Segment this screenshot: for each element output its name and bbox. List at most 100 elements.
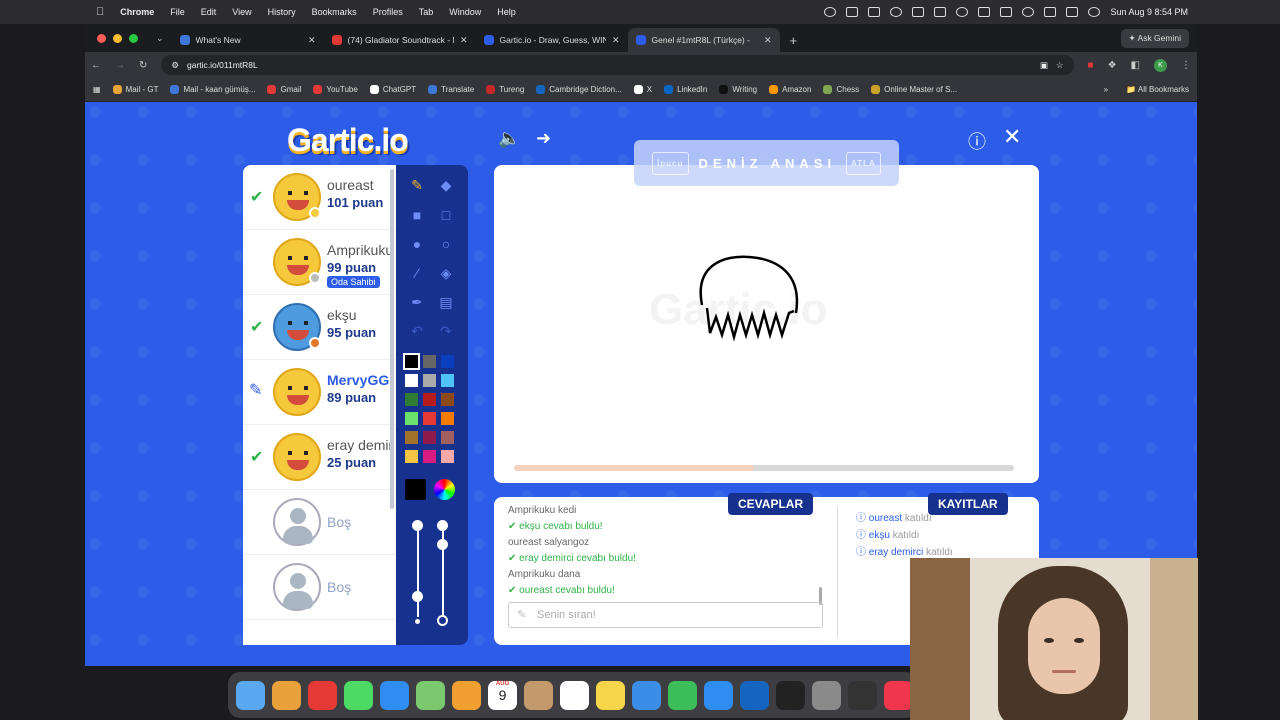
share-icon[interactable]: ➜: [536, 128, 551, 149]
extensions-puzzle-icon[interactable]: ❖: [1108, 60, 1117, 71]
terminal-icon[interactable]: [776, 680, 805, 710]
menu-item-profiles[interactable]: Profiles: [373, 7, 403, 17]
hint-button[interactable]: İpucu: [652, 151, 689, 175]
player-row[interactable]: ✔ ekşu 95 puan: [243, 295, 396, 360]
browser-tab-3[interactable]: Gartic.io - Draw, Guess, WIN ✕: [476, 28, 628, 52]
bookmark-item[interactable]: Tureng: [486, 85, 524, 94]
menu-kebab-icon[interactable]: ⋮: [1181, 60, 1191, 71]
color-swatch[interactable]: [441, 412, 454, 425]
airplay-icon[interactable]: [978, 7, 991, 17]
tab-close-icon[interactable]: ✕: [612, 35, 620, 46]
music-icon[interactable]: [884, 680, 913, 710]
color-wheel-icon[interactable]: [434, 479, 455, 500]
extension-icon[interactable]: ■: [1088, 60, 1094, 71]
color-swatch[interactable]: [441, 431, 454, 444]
players-scrollbar[interactable]: [390, 169, 394, 509]
color-swatch[interactable]: [423, 374, 436, 387]
control-icon[interactable]: [956, 7, 969, 17]
reload-icon[interactable]: ↻: [139, 60, 147, 71]
answer-input[interactable]: ✎ Senin sıran!: [508, 602, 823, 628]
record-icon[interactable]: [824, 7, 837, 17]
sidepanel-icon[interactable]: ◧: [1131, 60, 1140, 71]
redo-icon[interactable]: ↷: [436, 321, 456, 341]
safari-icon[interactable]: [380, 680, 409, 710]
ask-gemini-button[interactable]: ✦ Ask Gemini: [1120, 29, 1189, 48]
fill-bucket-icon[interactable]: ◈: [436, 263, 456, 283]
forward-icon[interactable]: →: [115, 60, 125, 71]
clock[interactable]: Sun Aug 9 8:54 PM: [1110, 7, 1188, 17]
selected-color-swatch[interactable]: [405, 479, 426, 500]
reminders-icon[interactable]: [560, 680, 589, 710]
screen-icon[interactable]: [934, 7, 947, 17]
address-bar[interactable]: ⚙ gartic.io/011mtR8L ▣ ☆: [161, 55, 1074, 75]
blocked-icon[interactable]: [912, 7, 925, 17]
bookmark-item[interactable]: Online Master of S...: [871, 85, 957, 94]
color-swatch[interactable]: [441, 450, 454, 463]
color-swatch[interactable]: [441, 374, 454, 387]
opacity-bottom-circle[interactable]: [437, 615, 448, 626]
photos-icon[interactable]: [452, 680, 481, 710]
notes-icon[interactable]: [596, 680, 625, 710]
profile-avatar[interactable]: K: [1154, 58, 1167, 72]
drawing-canvas[interactable]: Gartic.io: [494, 165, 1039, 483]
color-swatch[interactable]: [405, 374, 418, 387]
opera-icon[interactable]: [308, 680, 337, 710]
app-store-icon[interactable]: [704, 680, 733, 710]
messages-icon[interactable]: [344, 680, 373, 710]
siri-icon[interactable]: [1088, 7, 1101, 17]
player-row[interactable]: Boş: [243, 490, 396, 555]
search-icon[interactable]: [1066, 7, 1079, 17]
browser-tab-4[interactable]: Genel #1mtR8L (Türkçe) - ✕: [627, 28, 780, 52]
brush-size-slider[interactable]: [417, 525, 419, 617]
menu-item-view[interactable]: View: [232, 7, 251, 17]
close-window-button[interactable]: [97, 34, 106, 43]
opacity-knob[interactable]: [437, 539, 448, 550]
calendar-icon[interactable]: AUG 9: [488, 680, 517, 710]
grid-icon[interactable]: [868, 7, 881, 17]
finder-icon[interactable]: [236, 680, 265, 710]
bookmark-item[interactable]: X: [633, 85, 652, 94]
eyedropper-icon[interactable]: ✒: [407, 292, 427, 312]
eraser-icon[interactable]: ◆: [436, 175, 456, 195]
color-swatch[interactable]: [423, 450, 436, 463]
menu-item-tab[interactable]: Tab: [419, 7, 434, 17]
color-swatch[interactable]: [405, 450, 418, 463]
menu-item-edit[interactable]: Edit: [201, 7, 217, 17]
site-info-icon[interactable]: ⚙: [171, 60, 179, 71]
minimize-window-button[interactable]: [113, 34, 122, 43]
bookmark-star-icon[interactable]: ☆: [1056, 60, 1064, 71]
system-settings-icon[interactable]: [812, 680, 841, 710]
more-bookmarks-icon[interactable]: »: [1104, 85, 1108, 94]
tab-close-icon[interactable]: ✕: [764, 35, 772, 46]
battery-icon[interactable]: [1022, 7, 1035, 17]
chrome-icon[interactable]: [846, 7, 859, 17]
tab-close-icon[interactable]: ✕: [460, 35, 468, 46]
filled-circle-icon[interactable]: ●: [407, 234, 427, 254]
color-swatch[interactable]: [441, 393, 454, 406]
numbers-icon[interactable]: [668, 680, 697, 710]
zoom-window-button[interactable]: [129, 34, 138, 43]
player-row[interactable]: Boş: [243, 555, 396, 620]
maps-icon[interactable]: [416, 680, 445, 710]
menu-app-name[interactable]: Chrome: [120, 7, 154, 17]
launchpad-icon[interactable]: [272, 680, 301, 710]
player-row[interactable]: ✔ oureast 101 puan: [243, 165, 396, 230]
rect-icon[interactable]: □: [436, 205, 456, 225]
sound-icon[interactable]: 🔈: [498, 128, 520, 149]
all-bookmarks[interactable]: 📁 All Bookmarks: [1126, 85, 1189, 94]
opacity-top-knob[interactable]: [437, 520, 448, 531]
apps-grid-icon[interactable]: ▦: [93, 85, 101, 94]
bookmark-item[interactable]: ChatGPT: [369, 85, 416, 94]
tab-search-icon[interactable]: ⌄: [148, 33, 172, 52]
color-swatch[interactable]: [405, 431, 418, 444]
line-icon[interactable]: ∕: [407, 263, 427, 283]
bookmark-item[interactable]: Writing: [719, 85, 757, 94]
apple-icon[interactable]: : [96, 6, 104, 18]
install-icon[interactable]: ▣: [1040, 60, 1048, 71]
bookmark-item[interactable]: Chess: [823, 85, 859, 94]
info-icon[interactable]: ⓘ: [968, 128, 986, 154]
menu-item-history[interactable]: History: [268, 7, 296, 17]
play-icon[interactable]: [1000, 7, 1013, 17]
undo-icon[interactable]: ↶: [407, 321, 427, 341]
bookmark-item[interactable]: Cambridge Diction...: [536, 85, 622, 94]
